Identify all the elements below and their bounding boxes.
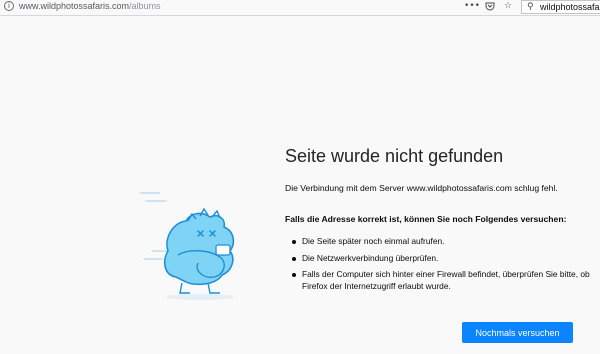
url-bar[interactable]: www.wildphotossafaris.com/albums [19,0,161,12]
pocket-icon[interactable] [484,0,496,12]
error-title: Seite wurde nicht gefunden [285,146,504,166]
url-path: /albums [129,1,161,11]
retry-button[interactable]: Nochmals versuchen [462,322,573,343]
search-input[interactable]: ⚲ wildphotossafari [521,0,600,14]
star-icon[interactable]: ☆ [502,0,514,12]
error-illustration [139,192,235,300]
list-item: Falls der Computer sich hinter einer Fir… [292,269,592,292]
ellipsis-icon[interactable]: ••• [464,0,480,12]
search-icon: ⚲ [527,2,534,12]
suggestions-heading: Falls die Adresse korrekt ist, können Si… [285,214,567,224]
error-description: Die Verbindung mit dem Server www.wildph… [285,183,558,193]
plug-icon [215,244,231,256]
page-actions: ••• ☆ [464,0,514,12]
url-host: www.wildphotossafaris.com [19,1,130,11]
url-toolbar: i www.wildphotossafaris.com/albums ••• ☆… [0,0,600,16]
search-text: wildphotossafari [540,2,600,12]
suggestions-list: Die Seite später noch einmal aufrufen. D… [292,236,592,297]
list-item: Die Netzwerkverbindung überprüfen. [292,253,592,265]
info-icon[interactable]: i [4,1,14,11]
list-item: Die Seite später noch einmal aufrufen. [292,236,592,248]
motion-lines-icon [139,192,169,260]
